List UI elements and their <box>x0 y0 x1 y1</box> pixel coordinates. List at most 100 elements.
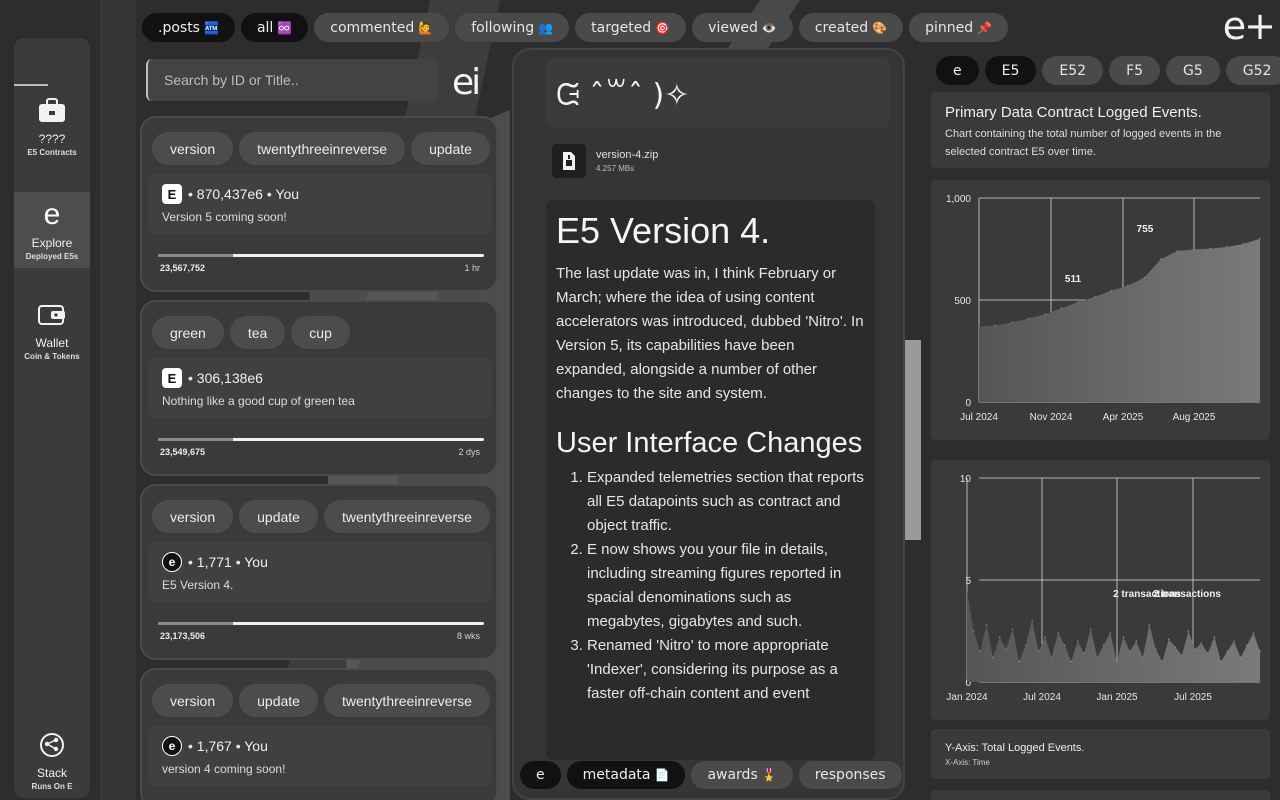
contract-tabs: e E5 E52 F5 G5 G52 <box>936 56 1280 85</box>
logged-events-chart-container: 0 500 1,000 Jul 2024 Nov 2024 Apr 2025 Aug 202… <box>931 180 1270 440</box>
contract-tab-g5[interactable]: G5 <box>1166 56 1220 85</box>
data-point <box>1076 640 1079 642</box>
data-point <box>1213 636 1216 638</box>
progress-fill <box>158 254 233 257</box>
tab-commented[interactable]: commented 🙋 <box>314 13 450 42</box>
tag-chip[interactable]: cup <box>291 316 350 349</box>
data-point <box>1143 276 1146 279</box>
article-intro: The last update was in, I think February… <box>556 265 864 402</box>
post-view-count: 23,549,675 <box>160 447 206 457</box>
contract-tab-g52[interactable]: G52 <box>1225 56 1280 85</box>
tag-list: version twentythreeinreverse update <box>152 132 490 165</box>
series-area <box>967 590 1260 682</box>
detail-tab-responses[interactable]: responses <box>798 761 902 789</box>
contract-tab-e5[interactable]: E5 <box>984 56 1037 85</box>
data-point <box>1181 654 1183 657</box>
sidebar-item-label: Explore <box>31 236 73 250</box>
tab-targeted[interactable]: targeted 🎯 <box>575 13 687 42</box>
post-card[interactable]: green tea cup E • 306,138e6 Nothing like a… <box>140 300 498 476</box>
post-title: Nothing like a good cup of green tea <box>162 394 355 408</box>
scrollbar[interactable] <box>905 340 921 540</box>
post-card[interactable]: version update twentythreeinreverse e • 1,… <box>140 484 498 660</box>
transactions-chart-container: 0 5 10 Jan 2024 Jul 2024 Jan 2025 Jul 2025 2 tr… <box>931 460 1270 720</box>
data-point <box>1148 624 1151 626</box>
data-point <box>1031 620 1033 622</box>
data-point <box>1083 652 1085 655</box>
post-title: Version 5 coming soon! <box>162 210 287 224</box>
sidebar-item-sublabel: E5 Contracts <box>27 148 77 157</box>
post-card[interactable]: version update twentythreeinreverse e • 1,… <box>140 668 498 800</box>
tag-chip[interactable]: twentythreeinreverse <box>323 500 490 533</box>
tag-chip[interactable]: update <box>239 684 318 717</box>
data-point <box>1063 644 1066 647</box>
tag-chip[interactable]: version <box>152 500 234 533</box>
data-point <box>992 656 994 659</box>
series-area <box>979 238 1260 402</box>
sidebar-item-stack[interactable]: Stack Runs On E <box>14 728 90 798</box>
x-tick-label: Jan 2024 <box>946 692 988 703</box>
data-point <box>1239 656 1242 659</box>
tab-created[interactable]: created 🎨 <box>798 13 904 42</box>
data-point <box>972 630 975 632</box>
data-point <box>1027 317 1030 320</box>
tab-emoji-icon: 📄 <box>654 768 670 782</box>
tab-posts[interactable]: .posts 🏧 <box>142 13 235 42</box>
e5-badge-icon: e <box>162 736 182 756</box>
data-point <box>1044 313 1046 316</box>
detail-tab-metadata[interactable]: metadata 📄 <box>566 761 686 789</box>
sidebar-item-wallet[interactable]: Wallet Coin & Tokens <box>14 298 90 368</box>
tag-list: version update twentythreeinreverse <box>152 500 490 533</box>
contract-tab-e52[interactable]: E52 <box>1042 56 1104 85</box>
post-title: version 4 coming soon! <box>162 762 286 776</box>
tag-chip[interactable]: version <box>152 132 234 165</box>
tag-chip[interactable]: version <box>152 684 234 717</box>
ei-logo: ei <box>452 62 481 103</box>
data-point <box>1233 640 1235 642</box>
tab-pinned[interactable]: pinned 📌 <box>909 13 1009 42</box>
search-input[interactable] <box>146 59 439 101</box>
file-size: 4.257 MBs <box>596 164 635 173</box>
detail-tabs: e metadata 📄 awards 🎖️ responses <box>520 761 902 789</box>
tab-emoji-icon: 👥 <box>538 20 554 35</box>
tag-chip[interactable]: tea <box>229 316 286 349</box>
tag-list: version update twentythreeinreverse <box>152 684 490 717</box>
tag-chip[interactable]: twentythreeinreverse <box>323 684 490 717</box>
post-meta: e • 1,767 • You <box>162 736 268 756</box>
detail-tab-awards[interactable]: awards 🎖️ <box>691 761 793 789</box>
data-point <box>1176 250 1179 252</box>
sidebar-divider <box>14 84 48 86</box>
sidebar-item-contracts[interactable]: ???? E5 Contracts <box>14 94 90 164</box>
tag-chip[interactable]: green <box>152 316 224 349</box>
data-point <box>1226 650 1229 653</box>
data-point <box>1209 247 1212 250</box>
tab-emoji-icon: 📌 <box>977 20 993 35</box>
data-point <box>1011 321 1013 324</box>
attached-file[interactable]: version-4.zip 4.257 MBs <box>552 144 658 178</box>
x-tick-label: Jul 2024 <box>960 412 998 423</box>
tag-chip[interactable]: update <box>411 132 490 165</box>
detail-tab-e[interactable]: e <box>520 761 561 789</box>
tag-chip[interactable]: update <box>239 500 318 533</box>
tab-all[interactable]: all ♾️ <box>240 13 309 42</box>
post-card[interactable]: version twentythreeinreverse update E • 87… <box>140 116 498 292</box>
tag-chip[interactable]: twentythreeinreverse <box>239 132 406 165</box>
post-meta: e • 1,771 • You <box>162 552 268 572</box>
x-tick-label: Jan 2025 <box>1096 692 1138 703</box>
post-age: 2 dys <box>458 447 480 457</box>
data-point <box>966 589 968 591</box>
data-point <box>1050 656 1053 659</box>
data-point <box>998 636 1001 638</box>
post-meta-text: • 870,437e6 • You <box>188 186 300 202</box>
tab-following[interactable]: following 👥 <box>455 13 570 42</box>
tab-viewed[interactable]: viewed 👁️ <box>692 13 793 42</box>
data-point <box>1193 248 1195 251</box>
contract-tab-f5[interactable]: F5 <box>1109 56 1161 85</box>
contract-tab-e[interactable]: e <box>936 56 979 85</box>
sidebar-item-explore[interactable]: e Explore Deployed E5s <box>14 192 90 268</box>
e5-badge-icon: E <box>162 184 182 204</box>
data-point <box>1093 296 1096 298</box>
sidebar-item-label: Stack <box>36 766 67 780</box>
e-plus-logo[interactable]: e+ <box>1223 4 1276 48</box>
y-tick-label: 1,000 <box>946 194 971 205</box>
e-logo-icon: e <box>43 198 61 231</box>
